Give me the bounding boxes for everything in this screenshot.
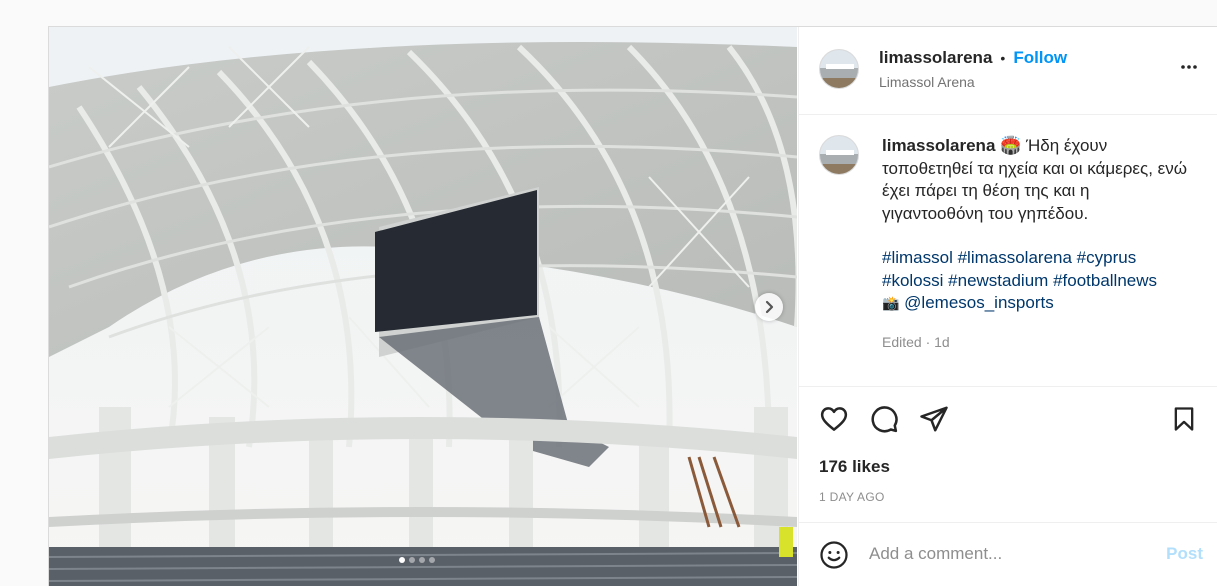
carousel-dot bbox=[399, 557, 405, 563]
caption-avatar[interactable] bbox=[819, 135, 859, 175]
post-card: limassolarena • Follow Limassol Arena li… bbox=[48, 26, 1217, 586]
comment-button[interactable] bbox=[868, 403, 900, 435]
carousel-dot bbox=[429, 557, 435, 563]
bookmark-icon bbox=[1174, 407, 1194, 431]
camera-emoji: 📸 bbox=[882, 295, 900, 311]
post-sidebar: limassolarena • Follow Limassol Arena li… bbox=[798, 27, 1217, 586]
next-slide-button[interactable] bbox=[755, 293, 783, 321]
hashtag-link[interactable]: #newstadium bbox=[948, 271, 1048, 290]
share-button[interactable] bbox=[918, 403, 950, 435]
more-horizontal-icon bbox=[1181, 65, 1197, 69]
hashtag-link[interactable]: #limassolarena bbox=[958, 248, 1072, 267]
header-username[interactable]: limassolarena bbox=[879, 48, 992, 68]
post-actions: 176 likes 1 DAY AGO bbox=[799, 387, 1217, 523]
comment-icon bbox=[871, 406, 898, 433]
heart-icon bbox=[820, 407, 848, 431]
save-button[interactable] bbox=[1168, 403, 1200, 435]
hashtag-link[interactable]: #kolossi bbox=[882, 271, 943, 290]
more-options-button[interactable] bbox=[1175, 53, 1203, 81]
hashtag-link[interactable]: #cyprus bbox=[1077, 248, 1137, 267]
location-link[interactable]: Limassol Arena bbox=[879, 74, 975, 90]
like-button[interactable] bbox=[818, 403, 850, 435]
post-comment-button[interactable]: Post bbox=[1166, 544, 1203, 564]
follow-button[interactable]: Follow bbox=[1013, 48, 1067, 68]
header-title-row: limassolarena • Follow bbox=[879, 48, 1067, 68]
avatar-image bbox=[820, 136, 858, 174]
paper-plane-icon bbox=[920, 406, 948, 432]
avatar-image bbox=[820, 50, 858, 88]
stadium-photo bbox=[49, 27, 797, 586]
likes-count[interactable]: 176 likes bbox=[819, 457, 890, 477]
smiley-icon bbox=[820, 541, 848, 569]
edited-timestamp: Edited · 1d bbox=[882, 334, 950, 350]
add-comment-bar: Post bbox=[799, 523, 1217, 586]
emoji-button[interactable] bbox=[819, 540, 849, 575]
hashtag-list: #limassol #limassolarena #cyprus #koloss… bbox=[882, 247, 1192, 315]
hashtag-link[interactable]: #footballnews bbox=[1053, 271, 1157, 290]
post-header: limassolarena • Follow Limassol Arena bbox=[799, 27, 1217, 115]
post-timestamp[interactable]: 1 DAY AGO bbox=[819, 490, 885, 504]
separator-bullet: • bbox=[1000, 50, 1006, 66]
comments-section: limassolarena 🏟️ Ήδη έχουν τοποθετηθεί τ… bbox=[799, 115, 1217, 387]
caption-username[interactable]: limassolarena bbox=[882, 136, 995, 155]
carousel-dot bbox=[409, 557, 415, 563]
mention-link[interactable]: @lemesos_insports bbox=[904, 293, 1054, 312]
post-caption: limassolarena 🏟️ Ήδη έχουν τοποθετηθεί τ… bbox=[882, 135, 1192, 315]
carousel-dot bbox=[419, 557, 425, 563]
caption-emoji: 🏟️ bbox=[1000, 136, 1022, 155]
avatar[interactable] bbox=[819, 49, 859, 89]
post-image[interactable] bbox=[49, 27, 797, 586]
comment-input[interactable] bbox=[867, 541, 1131, 567]
carousel-indicator bbox=[399, 557, 435, 563]
hashtag-link[interactable]: #limassol bbox=[882, 248, 953, 267]
chevron-right-icon bbox=[765, 300, 774, 314]
